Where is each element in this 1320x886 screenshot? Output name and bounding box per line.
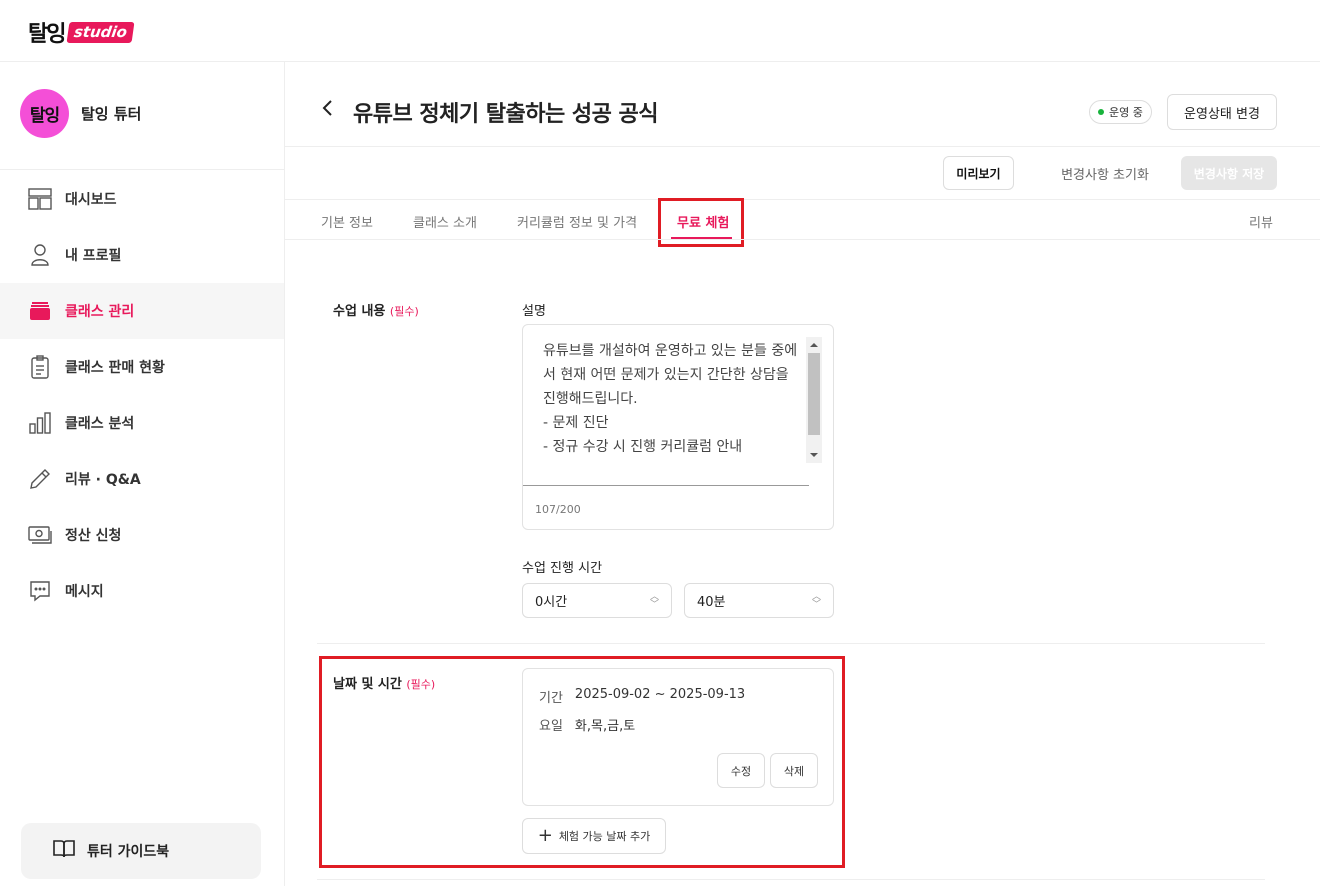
add-trial-date-label: 체험 가능 날짜 추가 bbox=[558, 830, 651, 843]
days-value: 화,목,금,토 bbox=[574, 719, 636, 734]
duration-label: 수업 진행 시간 bbox=[522, 561, 603, 576]
logo-main: 탈잉 bbox=[28, 22, 67, 47]
up-down-chevron-icon: ︿ ﹀ bbox=[811, 592, 821, 610]
period-key: 기간 bbox=[539, 691, 563, 706]
sidebar-item-label: 대시보드 bbox=[65, 192, 117, 208]
tabs-divider bbox=[285, 239, 1320, 240]
tab-review[interactable]: 리뷰 bbox=[1249, 212, 1273, 231]
back-arrow-icon[interactable] bbox=[321, 98, 333, 124]
textarea-bottom-line bbox=[523, 485, 809, 486]
sidebar-item-class-manage[interactable]: 클래스 관리 bbox=[0, 283, 284, 339]
logo-studio: studio bbox=[67, 21, 135, 43]
character-count: 107/200 bbox=[535, 503, 581, 516]
sidebar-item-label: 내 프로필 bbox=[65, 248, 122, 264]
schedule-label: 날짜 및 시간 (필수) bbox=[333, 673, 435, 692]
reset-changes-button[interactable]: 변경사항 초기화 bbox=[1045, 156, 1165, 190]
profile[interactable]: 탈잉 탈잉 튜터 bbox=[20, 89, 141, 138]
delete-button[interactable]: 삭제 bbox=[770, 753, 818, 788]
period-value: 2025-09-02 ~ 2025-09-13 bbox=[574, 687, 746, 702]
page-title: 유튜브 정체기 탈출하는 성공 공식 bbox=[353, 102, 659, 127]
description-label: 설명 bbox=[522, 304, 546, 319]
bottom-divider bbox=[317, 879, 1265, 880]
tab-basic-info[interactable]: 기본 정보 bbox=[321, 212, 373, 231]
sidebar-item-message[interactable]: 메시지 bbox=[0, 563, 284, 619]
change-status-button[interactable]: 운영상태 변경 bbox=[1167, 94, 1277, 130]
hours-select[interactable]: 0시간 ︿ ﹀ bbox=[522, 583, 672, 618]
header-divider bbox=[285, 146, 1320, 147]
period-row: 기간 2025-09-02 ~ 2025-09-13 bbox=[539, 687, 745, 706]
scroll-up-icon[interactable] bbox=[810, 343, 818, 347]
sidebar-item-analytics[interactable]: 클래스 분석 bbox=[0, 395, 284, 451]
money-icon bbox=[28, 523, 52, 547]
sidebar-item-sales[interactable]: 클래스 판매 현황 bbox=[0, 339, 284, 395]
sidebar-item-label: 정산 신청 bbox=[65, 528, 122, 544]
days-key: 요일 bbox=[539, 719, 563, 734]
logo[interactable]: 탈잉 studio bbox=[28, 16, 135, 48]
tab-class-intro[interactable]: 클래스 소개 bbox=[413, 212, 477, 231]
guide-label: 튜터 가이드북 bbox=[87, 844, 170, 860]
chat-icon bbox=[28, 579, 52, 603]
sidebar-menu: 대시보드 내 프로필 클래스 관리 클래스 판매 현황 클래스 분석 리뷰 · … bbox=[0, 171, 284, 619]
class-stack-icon bbox=[28, 299, 52, 323]
sidebar-item-dashboard[interactable]: 대시보드 bbox=[0, 171, 284, 227]
minutes-value: 40분 bbox=[697, 595, 726, 610]
status-badge: 운영 중 bbox=[1089, 100, 1152, 124]
edit-button[interactable]: 수정 bbox=[717, 753, 765, 788]
preview-button[interactable]: 미리보기 bbox=[943, 156, 1014, 190]
sidebar-item-label: 클래스 분석 bbox=[65, 416, 135, 432]
schedule-card: 기간 2025-09-02 ~ 2025-09-13 요일 화,목,금,토 수정… bbox=[522, 668, 834, 806]
sidebar-item-label: 메시지 bbox=[65, 584, 104, 600]
plus-icon: + bbox=[537, 825, 553, 846]
hours-value: 0시간 bbox=[535, 595, 568, 610]
lesson-content-label: 수업 내용 (필수) bbox=[333, 300, 419, 319]
profile-divider bbox=[0, 169, 284, 170]
pencil-icon bbox=[28, 467, 52, 491]
description-textarea[interactable]: 유튜브를 개설하여 운영하고 있는 분들 중에서 현재 어떤 문제가 있는지 간… bbox=[543, 339, 803, 459]
add-trial-date-button[interactable]: + 체험 가능 날짜 추가 bbox=[522, 818, 666, 854]
required-mark: (필수) bbox=[389, 305, 419, 318]
tutor-guidebook-button[interactable]: 튜터 가이드북 bbox=[21, 823, 261, 879]
scrollbar-thumb[interactable] bbox=[808, 353, 820, 435]
description-box: 유튜브를 개설하여 운영하고 있는 분들 중에서 현재 어떤 문제가 있는지 간… bbox=[522, 324, 834, 530]
tabs-divider-top bbox=[285, 199, 1320, 200]
schedule-label-text: 날짜 및 시간 bbox=[333, 677, 402, 692]
status-text: 운영 중 bbox=[1109, 106, 1143, 119]
sidebar: 탈잉 탈잉 튜터 대시보드 내 프로필 클래스 관리 클래스 판매 현황 클래스… bbox=[0, 62, 285, 886]
profile-name: 탈잉 튜터 bbox=[81, 105, 142, 123]
sidebar-item-settlement[interactable]: 정산 신청 bbox=[0, 507, 284, 563]
dashboard-icon bbox=[28, 187, 52, 211]
minutes-select[interactable]: 40분 ︿ ﹀ bbox=[684, 583, 834, 618]
tab-curriculum-price[interactable]: 커리큘럼 정보 및 가격 bbox=[517, 212, 637, 231]
person-icon bbox=[28, 243, 52, 267]
days-row: 요일 화,목,금,토 bbox=[539, 715, 635, 734]
section-divider bbox=[317, 643, 1265, 644]
status-dot-icon bbox=[1098, 109, 1104, 115]
lesson-content-label-text: 수업 내용 bbox=[333, 304, 386, 319]
up-down-chevron-icon: ︿ ﹀ bbox=[649, 592, 659, 610]
sidebar-item-review-qna[interactable]: 리뷰 · Q&A bbox=[0, 451, 284, 507]
sidebar-item-label: 리뷰 · Q&A bbox=[65, 472, 141, 488]
description-scrollbar[interactable] bbox=[806, 337, 822, 463]
save-changes-button[interactable]: 변경사항 저장 bbox=[1181, 156, 1277, 190]
book-icon bbox=[53, 839, 75, 863]
sidebar-item-label: 클래스 관리 bbox=[65, 304, 135, 320]
clipboard-icon bbox=[28, 355, 52, 379]
avatar: 탈잉 bbox=[20, 89, 69, 138]
bar-chart-icon bbox=[28, 411, 52, 435]
required-mark: (필수) bbox=[406, 678, 436, 691]
scroll-down-icon[interactable] bbox=[810, 453, 818, 457]
top-bar: 탈잉 studio bbox=[0, 0, 1320, 62]
sidebar-item-profile[interactable]: 내 프로필 bbox=[0, 227, 284, 283]
main-content: 유튜브 정체기 탈출하는 성공 공식 운영 중 운영상태 변경 미리보기 변경사… bbox=[285, 62, 1320, 886]
sidebar-item-label: 클래스 판매 현황 bbox=[65, 360, 165, 376]
